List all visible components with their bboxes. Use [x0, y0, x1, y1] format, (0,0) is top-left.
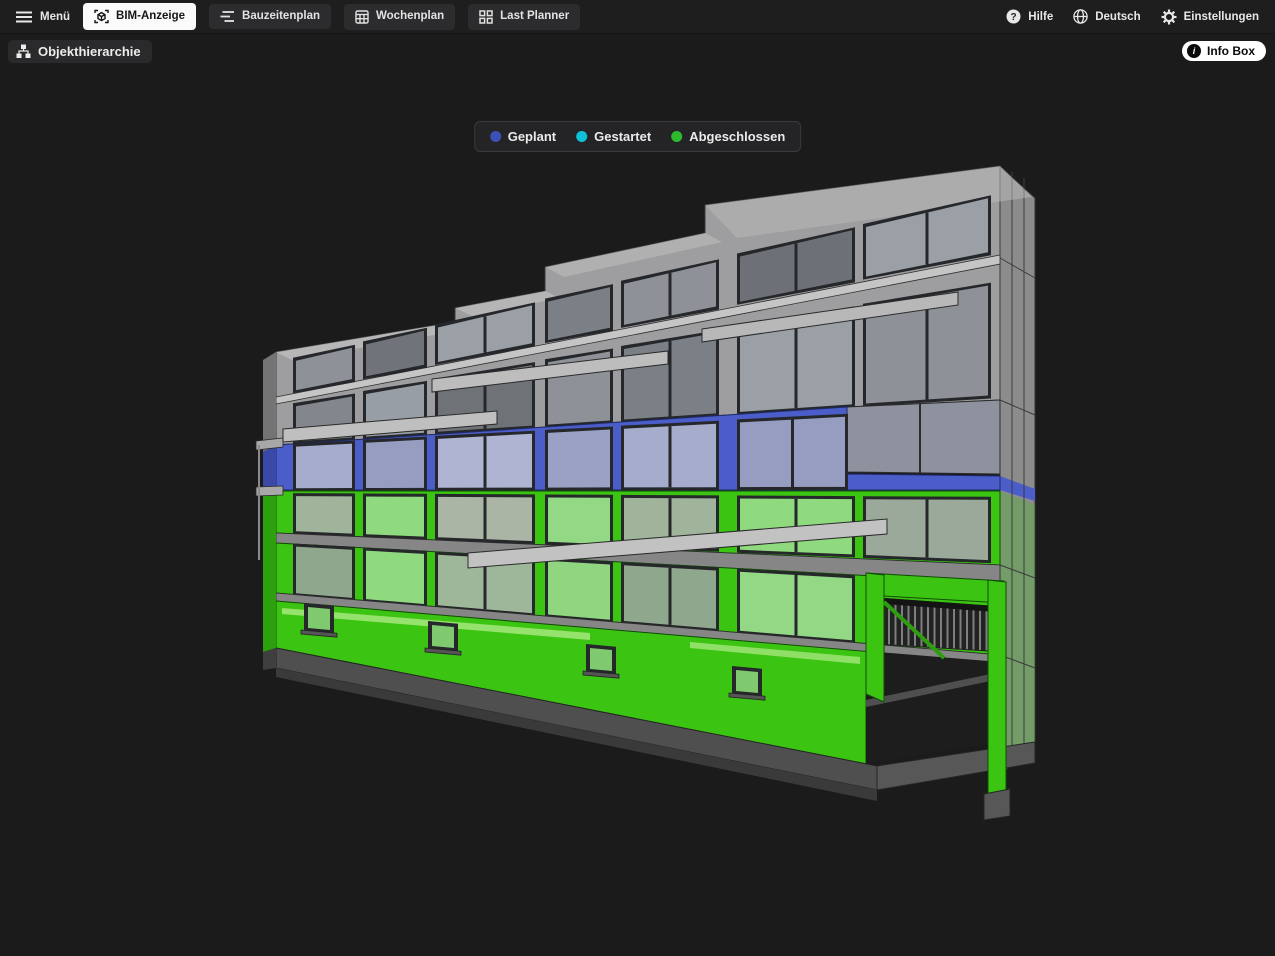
settings-label: Einstellungen [1184, 11, 1259, 23]
language-label: Deutsch [1095, 11, 1140, 23]
tab-bauzeitenplan[interactable]: Bauzeitenplan [209, 4, 331, 29]
legend-item-completed: Abgeschlossen [671, 129, 785, 144]
tab-wochenplan-label: Wochenplan [376, 11, 444, 23]
help-circle-icon: ? [1006, 9, 1021, 24]
planned-label: Geplant [508, 129, 556, 144]
legend-item-planned: Geplant [490, 129, 556, 144]
help-label: Hilfe [1028, 11, 1053, 23]
info-box-label: Info Box [1207, 44, 1255, 58]
tab-wochenplan[interactable]: Wochenplan [344, 4, 455, 30]
started-label: Gestartet [594, 129, 651, 144]
legend-item-started: Gestartet [576, 129, 651, 144]
settings-button[interactable]: Einstellungen [1161, 9, 1259, 25]
completed-color-dot [671, 131, 682, 142]
completed-label: Abgeschlossen [689, 129, 785, 144]
main-menu-button[interactable]: Menü [16, 11, 70, 23]
globe-icon [1073, 9, 1088, 24]
main-menu-label: Menü [40, 11, 70, 23]
planned-color-dot [490, 131, 501, 142]
object-hierarchy-button[interactable]: Objekthierarchie [8, 40, 152, 63]
tab-last-planner-label: Last Planner [500, 11, 569, 23]
tab-last-planner[interactable]: Last Planner [468, 4, 580, 30]
started-color-dot [576, 131, 587, 142]
grid-icon [479, 10, 493, 24]
tab-bim-anzeige[interactable]: BIM-Anzeige [83, 3, 196, 30]
bim-view-icon [94, 9, 109, 24]
top-toolbar: Menü BIM-Anzeige Bauzeitenplan [0, 0, 1275, 34]
week-table-icon [355, 10, 369, 24]
info-icon: i [1187, 44, 1201, 58]
help-button[interactable]: ? Hilfe [1006, 9, 1053, 24]
hierarchy-icon [16, 44, 31, 59]
bim-app-window: Menü BIM-Anzeige Bauzeitenplan [0, 0, 1275, 956]
tab-bauzeitenplan-label: Bauzeitenplan [242, 11, 320, 23]
schedule-lines-icon [220, 10, 235, 23]
svg-text:?: ? [1011, 12, 1017, 23]
status-legend: Geplant Gestartet Abgeschlossen [474, 121, 802, 152]
info-box-button[interactable]: i Info Box [1182, 41, 1266, 61]
hamburger-icon [16, 11, 32, 23]
language-button[interactable]: Deutsch [1073, 9, 1140, 24]
object-hierarchy-label: Objekthierarchie [38, 44, 141, 59]
tab-bim-anzeige-label: BIM-Anzeige [116, 11, 185, 23]
toolbar-left-group: Menü BIM-Anzeige Bauzeitenplan [16, 3, 580, 30]
gear-icon [1161, 9, 1177, 25]
toolbar-right-group: ? Hilfe Deutsch [1006, 9, 1259, 25]
